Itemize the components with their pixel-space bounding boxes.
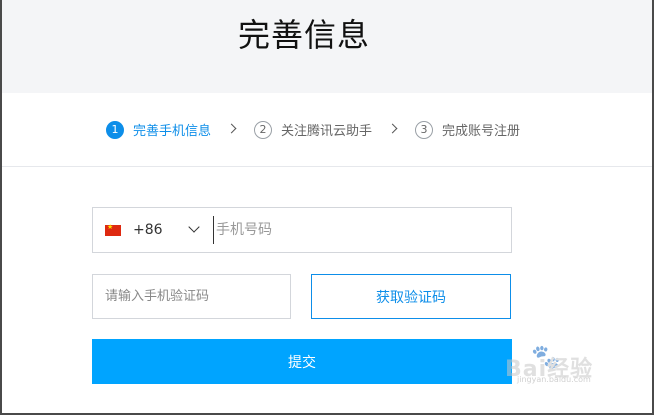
get-code-button[interactable]: 获取验证码: [311, 274, 511, 319]
step-3: 3 完成账号注册: [415, 120, 520, 139]
page-title: 完善信息: [238, 16, 371, 54]
chevron-down-icon[interactable]: [188, 221, 200, 233]
country-code[interactable]: +86: [133, 222, 163, 238]
watermark: 🐾 Bai经验 jingyan.baidu.com: [505, 337, 625, 384]
watermark-url: jingyan.baidu.com: [517, 375, 591, 384]
step-2-number: 2: [254, 120, 272, 139]
step-3-label: 完成账号注册: [442, 124, 521, 139]
step-3-number: 3: [415, 120, 433, 139]
chevron-right-icon: [387, 123, 398, 134]
verification-code-input[interactable]: [92, 274, 291, 319]
step-progress: 1 完善手机信息 2 关注腾讯云助手 3 完成账号注册: [0, 93, 654, 167]
china-flag-icon: [105, 223, 121, 236]
chevron-right-icon: [226, 123, 237, 134]
step-1-label: 完善手机信息: [133, 124, 212, 139]
page-header: 完善信息: [0, 0, 654, 93]
phone-input[interactable]: [213, 216, 496, 244]
phone-field: +86: [92, 207, 512, 253]
step-2-label: 关注腾讯云助手: [281, 124, 373, 139]
step-1: 1 完善手机信息: [106, 120, 211, 139]
step-1-number: 1: [106, 120, 124, 139]
step-2: 2 关注腾讯云助手: [254, 120, 372, 139]
submit-button[interactable]: 提交: [92, 339, 512, 384]
